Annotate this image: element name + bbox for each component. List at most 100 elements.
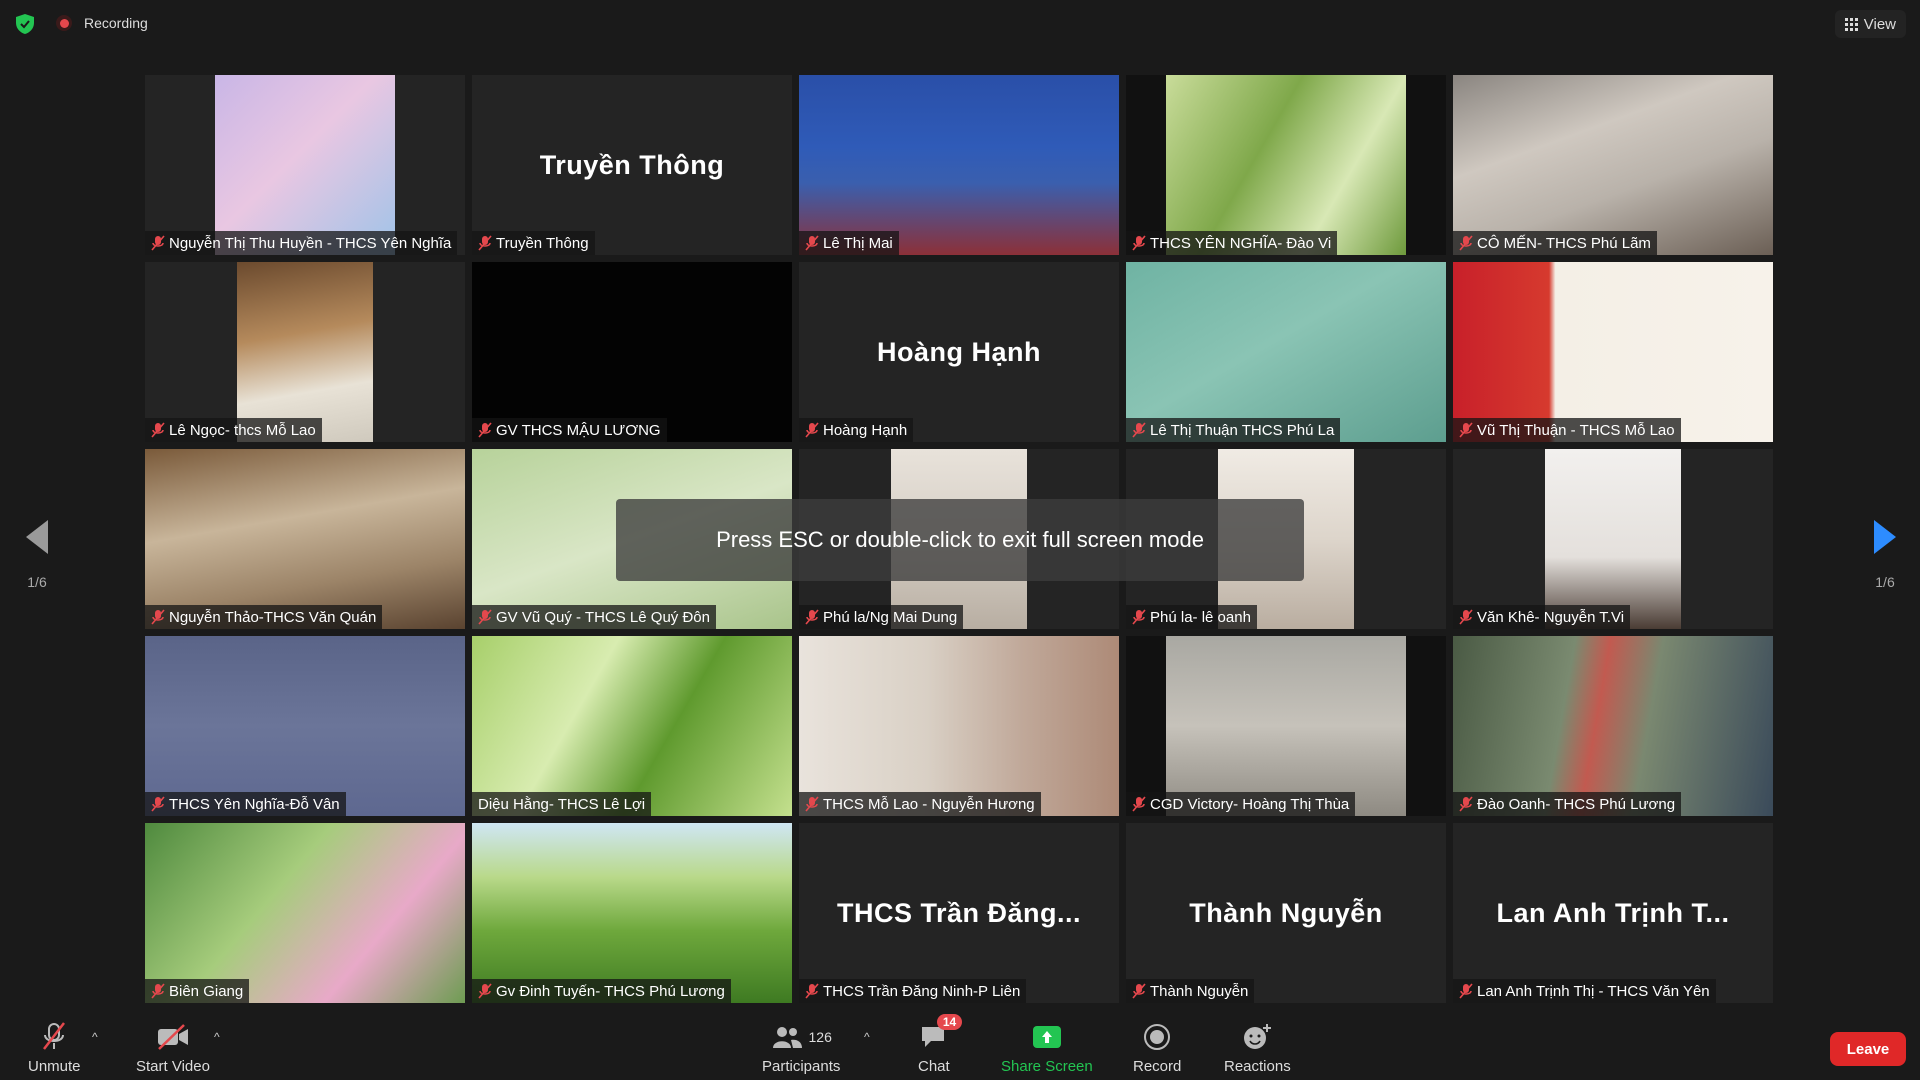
participant-tile[interactable]: Vũ Thị Thuận - THCS Mỗ Lao: [1453, 262, 1773, 442]
participant-name: CGD Victory- Hoàng Thị Thùa: [1150, 795, 1350, 813]
audio-options-caret-icon[interactable]: ^: [92, 1030, 98, 1044]
leave-button[interactable]: Leave: [1830, 1032, 1906, 1066]
participant-name-label: Đào Oanh- THCS Phú Lương: [1453, 792, 1682, 816]
unmute-button[interactable]: Unmute: [28, 1020, 81, 1075]
mic-muted-icon: [1459, 796, 1473, 812]
participant-name: Biên Giang: [169, 982, 244, 1000]
participant-name: Nguyễn Thị Thu Huyền - THCS Yên Nghĩa: [169, 234, 452, 252]
next-page-nav[interactable]: 1/6: [1868, 520, 1902, 590]
participants-label: Participants: [762, 1058, 841, 1075]
participant-name-label: GV THCS MẬU LƯƠNG: [472, 418, 667, 442]
reactions-button[interactable]: Reactions: [1224, 1020, 1291, 1075]
video-feed: [799, 75, 1119, 255]
participant-tile[interactable]: Nguyễn Thảo-THCS Văn Quán: [145, 449, 465, 629]
participant-tile[interactable]: THCS Yên Nghĩa-Đỗ Vân: [145, 636, 465, 816]
participant-tile[interactable]: CÔ MẾN- THCS Phú Lãm: [1453, 75, 1773, 255]
participant-name-label: Hoàng Hạnh: [799, 418, 914, 442]
video-off-icon: [157, 1024, 188, 1050]
participant-name-label: Văn Khê- Nguyễn T.Vi: [1453, 605, 1631, 629]
reactions-label: Reactions: [1224, 1058, 1291, 1075]
mic-muted-icon: [478, 983, 492, 999]
participants-options-caret-icon[interactable]: ^: [864, 1030, 870, 1044]
participant-tile[interactable]: Văn Khê- Nguyễn T.Vi: [1453, 449, 1773, 629]
arrow-right-icon[interactable]: [1874, 520, 1896, 554]
arrow-left-icon[interactable]: [26, 520, 48, 554]
chat-button[interactable]: 14 Chat: [918, 1014, 963, 1075]
recording-indicator[interactable]: Recording: [56, 15, 148, 31]
participant-name-label: Nguyễn Thị Thu Huyền - THCS Yên Nghĩa: [145, 231, 458, 255]
participant-tile[interactable]: Lê Ngọc- thcs Mỗ Lao: [145, 262, 465, 442]
video-options-caret-icon[interactable]: ^: [214, 1030, 220, 1044]
video-feed: [145, 449, 465, 629]
participant-tile[interactable]: Truyền Thông Truyền Thông: [472, 75, 792, 255]
participant-tile[interactable]: Đào Oanh- THCS Phú Lương: [1453, 636, 1773, 816]
participant-display-name: Lan Anh Trịnh T...: [1496, 897, 1730, 928]
video-feed: [1453, 262, 1773, 442]
participant-name-label: Biên Giang: [145, 979, 250, 1003]
view-label: View: [1863, 15, 1896, 33]
video-feed: [472, 636, 792, 816]
participant-tile[interactable]: CGD Victory- Hoàng Thị Thùa: [1126, 636, 1446, 816]
participant-name: Lê Thị Mai: [823, 234, 893, 252]
previous-page-nav[interactable]: 1/6: [20, 520, 54, 590]
share-screen-label: Share Screen: [1001, 1058, 1093, 1075]
mic-muted-icon: [478, 609, 492, 625]
participant-tile[interactable]: THCS Trần Đăng... THCS Trần Đăng Ninh-P …: [799, 823, 1119, 1003]
participant-name-label: Lê Thị Thuận THCS Phú La: [1126, 418, 1341, 442]
participant-tile[interactable]: Thành Nguyễn Thành Nguyễn: [1126, 823, 1446, 1003]
participant-name-label: Lê Thị Mai: [799, 231, 899, 255]
participant-name-label: CÔ MẾN- THCS Phú Lãm: [1453, 231, 1657, 255]
mic-muted-icon: [1132, 796, 1146, 812]
participant-name: Thành Nguyễn: [1150, 982, 1249, 1000]
participant-name: Lan Anh Trịnh Thị - THCS Văn Yên: [1477, 982, 1710, 1000]
page-indicator-right: 1/6: [1875, 574, 1895, 590]
participant-tile[interactable]: Hoàng Hạnh Hoàng Hạnh: [799, 262, 1119, 442]
participant-display-name: Hoàng Hạnh: [877, 336, 1041, 367]
participant-name: Đào Oanh- THCS Phú Lương: [1477, 795, 1676, 813]
mic-muted-icon: [1132, 983, 1146, 999]
page-indicator-left: 1/6: [27, 574, 47, 590]
start-video-button[interactable]: Start Video: [136, 1020, 210, 1075]
participant-name: Diệu Hằng- THCS Lê Lợi: [478, 795, 646, 813]
video-feed: [237, 262, 373, 442]
participant-tile[interactable]: GV THCS MẬU LƯƠNG: [472, 262, 792, 442]
view-button[interactable]: View: [1834, 10, 1906, 38]
mic-muted-icon: [805, 983, 819, 999]
participant-tile[interactable]: Lê Thị Mai: [799, 75, 1119, 255]
participant-name: Lê Ngọc- thcs Mỗ Lao: [169, 421, 316, 439]
participant-name-label: Phú la- lê oanh: [1126, 605, 1257, 629]
chat-unread-badge: 14: [936, 1014, 963, 1030]
participant-name: Hoàng Hạnh: [823, 421, 908, 439]
participant-name: Vũ Thị Thuận - THCS Mỗ Lao: [1477, 421, 1675, 439]
participant-tile[interactable]: Lan Anh Trịnh T... Lan Anh Trịnh Thị - T…: [1453, 823, 1773, 1003]
participant-tile-active-speaker[interactable]: Diệu Hằng- THCS Lê Lợi: [472, 636, 792, 816]
mic-muted-icon: [805, 796, 819, 812]
participant-tile[interactable]: THCS Mỗ Lao - Nguyễn Hương: [799, 636, 1119, 816]
participant-tile[interactable]: Biên Giang: [145, 823, 465, 1003]
participant-tile[interactable]: Lê Thị Thuận THCS Phú La: [1126, 262, 1446, 442]
participant-name-label: GV Vũ Quý - THCS Lê Quý Đôn: [472, 605, 716, 629]
participants-button[interactable]: 126 Participants: [762, 1020, 840, 1075]
participant-name-label: Truyền Thông: [472, 231, 595, 255]
start-video-label: Start Video: [136, 1058, 210, 1075]
participant-name-label: Diệu Hằng- THCS Lê Lợi: [472, 792, 652, 816]
participant-name: GV THCS MẬU LƯƠNG: [496, 421, 661, 439]
participant-name: Nguyễn Thảo-THCS Văn Quán: [169, 608, 377, 626]
video-feed: [1453, 636, 1773, 816]
share-screen-icon: [1032, 1026, 1061, 1048]
participant-display-name: Truyền Thông: [539, 149, 725, 180]
participant-name-label: Gv Đinh Tuyến- THCS Phú Lương: [472, 979, 731, 1003]
participant-name-label: THCS Mỗ Lao - Nguyễn Hương: [799, 792, 1041, 816]
participant-tile[interactable]: THCS YÊN NGHĨA- Đào Vi: [1126, 75, 1446, 255]
shield-icon[interactable]: [16, 14, 34, 34]
smiley-plus-icon: [1244, 1024, 1272, 1049]
fullscreen-exit-hint: Press ESC or double-click to exit full s…: [616, 499, 1304, 581]
recording-icon: [56, 15, 72, 31]
video-feed: [215, 75, 395, 255]
mic-muted-icon: [1132, 422, 1146, 438]
participant-tile[interactable]: Nguyễn Thị Thu Huyền - THCS Yên Nghĩa: [145, 75, 465, 255]
record-button[interactable]: Record: [1133, 1020, 1181, 1075]
mic-muted-icon: [1459, 422, 1473, 438]
share-screen-button[interactable]: Share Screen: [1001, 1020, 1093, 1075]
participant-tile[interactable]: Gv Đinh Tuyến- THCS Phú Lương: [472, 823, 792, 1003]
